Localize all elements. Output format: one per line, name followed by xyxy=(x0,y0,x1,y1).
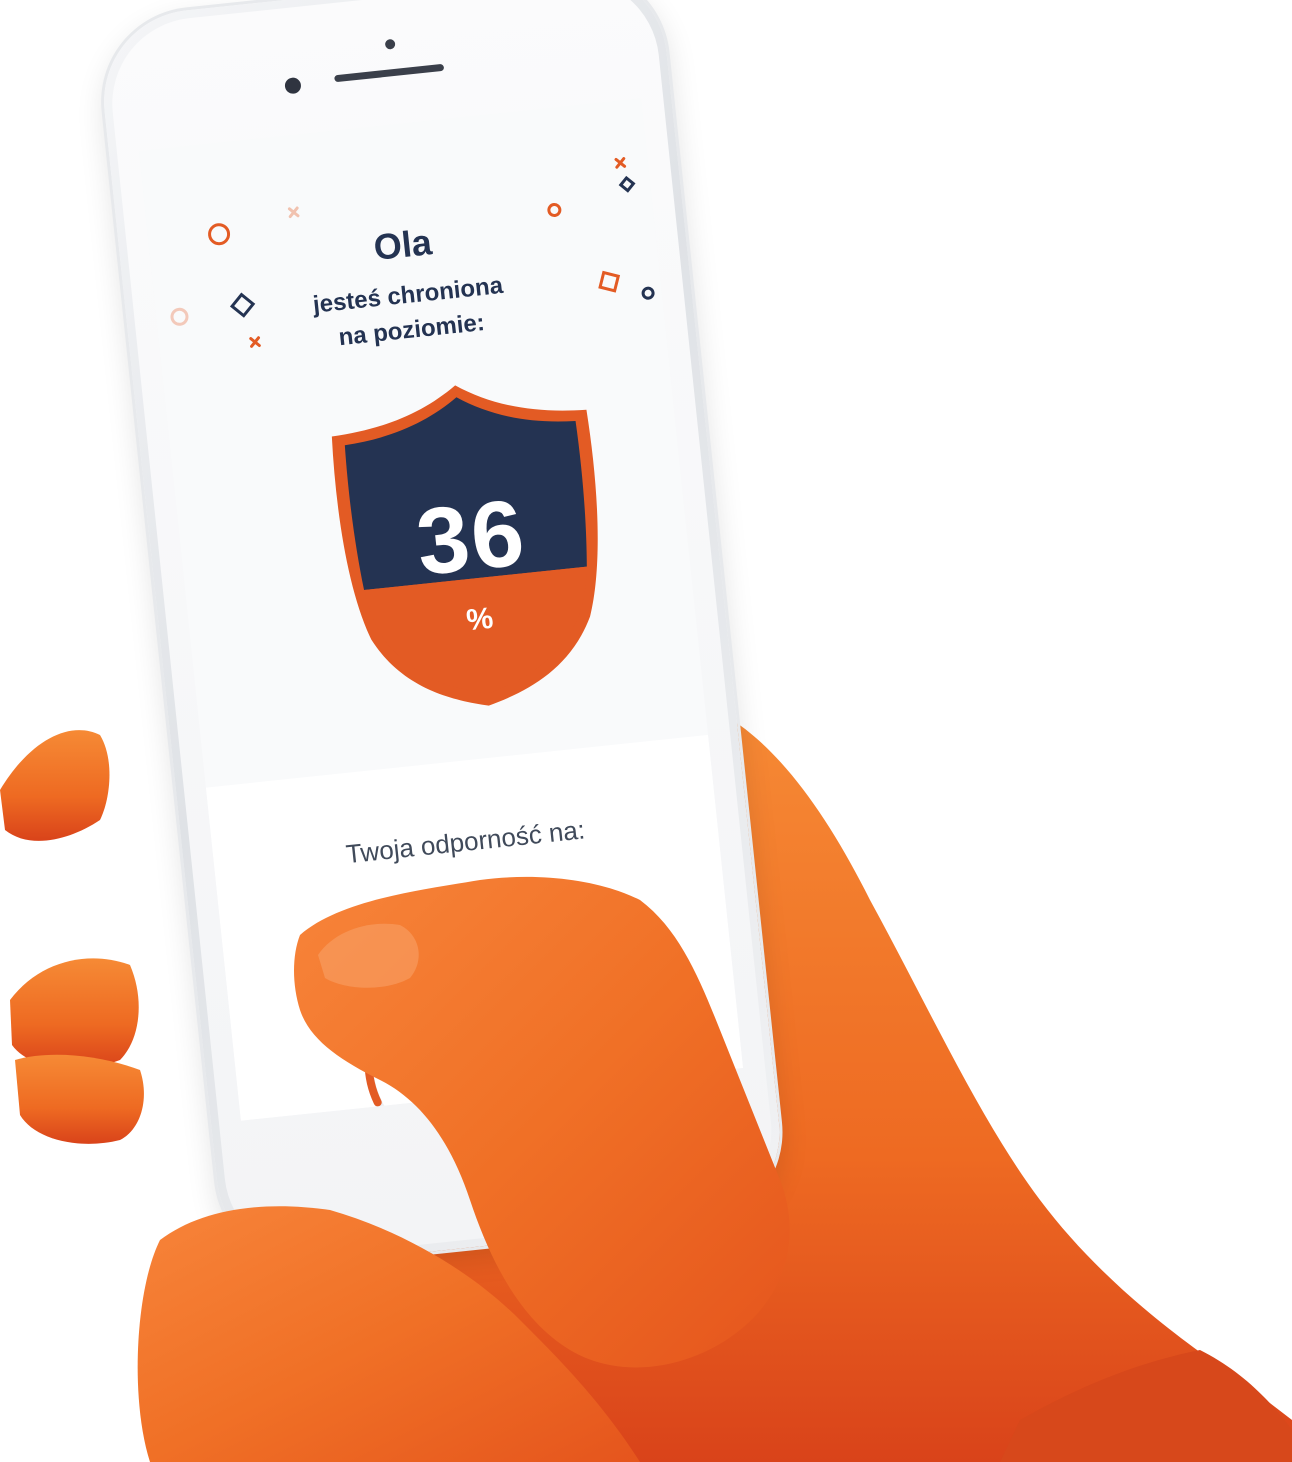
scene: Ola jesteś chroniona na poziomie: 36 % T… xyxy=(0,0,1292,1462)
phone-device: Ola jesteś chroniona na poziomie: 36 % T… xyxy=(95,0,789,1274)
app-screen: Ola jesteś chroniona na poziomie: 36 % T… xyxy=(138,98,744,1121)
phone-wrap: Ola jesteś chroniona na poziomie: 36 % T… xyxy=(0,0,1292,1462)
confetti-cross-icon xyxy=(285,205,300,220)
confetti-cross-icon xyxy=(612,155,627,170)
